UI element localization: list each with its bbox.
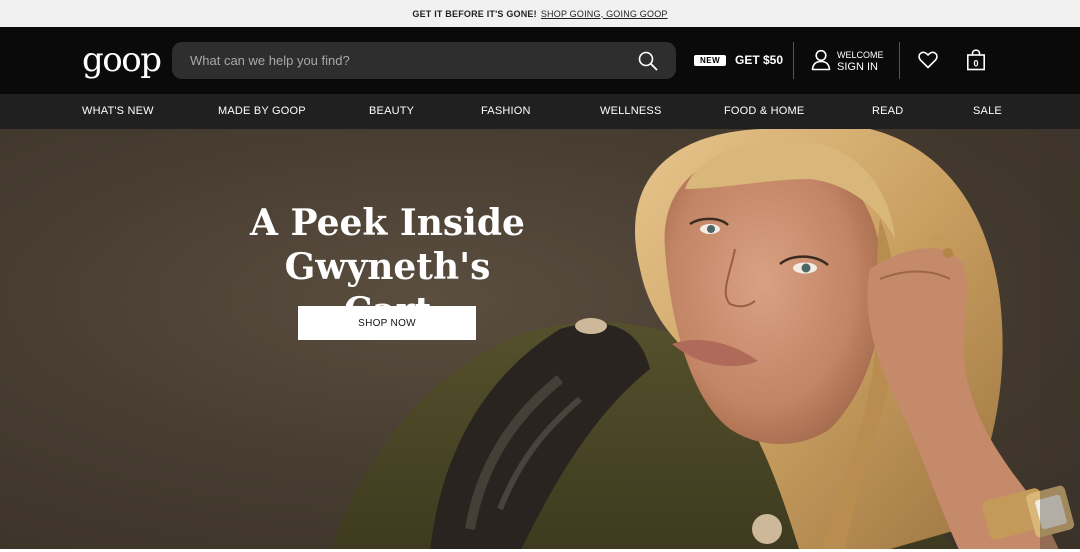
search-input[interactable] [190, 53, 630, 68]
sign-in-label: SIGN IN [837, 61, 878, 73]
shop-now-button[interactable]: SHOP NOW [298, 306, 476, 340]
new-badge: NEW [694, 55, 727, 66]
header: goop NEW GET $50 WELCOME SIGN IN 0 [0, 27, 1080, 94]
offer-link[interactable]: GET $50 [735, 53, 783, 67]
nav-read[interactable]: READ [872, 105, 903, 117]
account-link[interactable]: WELCOME SIGN IN [837, 49, 884, 73]
nav-beauty[interactable]: BEAUTY [369, 105, 414, 117]
nav-fashion[interactable]: FASHION [481, 105, 531, 117]
promo-link[interactable]: SHOP GOING, GOING GOOP [541, 9, 668, 19]
hero-portrait-image [330, 129, 1080, 552]
search-bar[interactable] [172, 42, 676, 79]
promo-bar: GET IT BEFORE IT'S GONE! SHOP GOING, GOI… [0, 0, 1080, 27]
promo-text: GET IT BEFORE IT'S GONE! [412, 8, 537, 19]
divider [793, 42, 794, 79]
nav-food-home[interactable]: FOOD & HOME [724, 105, 804, 117]
user-icon[interactable] [811, 49, 831, 71]
search-icon[interactable] [638, 51, 658, 71]
bag-count: 0 [973, 58, 978, 68]
bag-icon[interactable]: 0 [966, 49, 986, 71]
nav-made-by-goop[interactable]: MADE BY GOOP [218, 105, 306, 117]
divider [899, 42, 900, 79]
nav-whats-new[interactable]: WHAT'S NEW [82, 105, 154, 117]
nav-sale[interactable]: SALE [973, 105, 1002, 117]
nav-wellness[interactable]: WELLNESS [600, 105, 662, 117]
goop-logo[interactable]: goop [82, 37, 162, 83]
welcome-label: WELCOME [837, 50, 884, 60]
main-nav: WHAT'S NEW MADE BY GOOP BEAUTY FASHION W… [0, 94, 1080, 129]
hero-title-line1: A Peek Inside [250, 202, 525, 244]
hero-banner[interactable]: A Peek Inside Gwyneth's Cart SHOP NOW [0, 129, 1080, 552]
heart-icon[interactable] [918, 50, 938, 70]
